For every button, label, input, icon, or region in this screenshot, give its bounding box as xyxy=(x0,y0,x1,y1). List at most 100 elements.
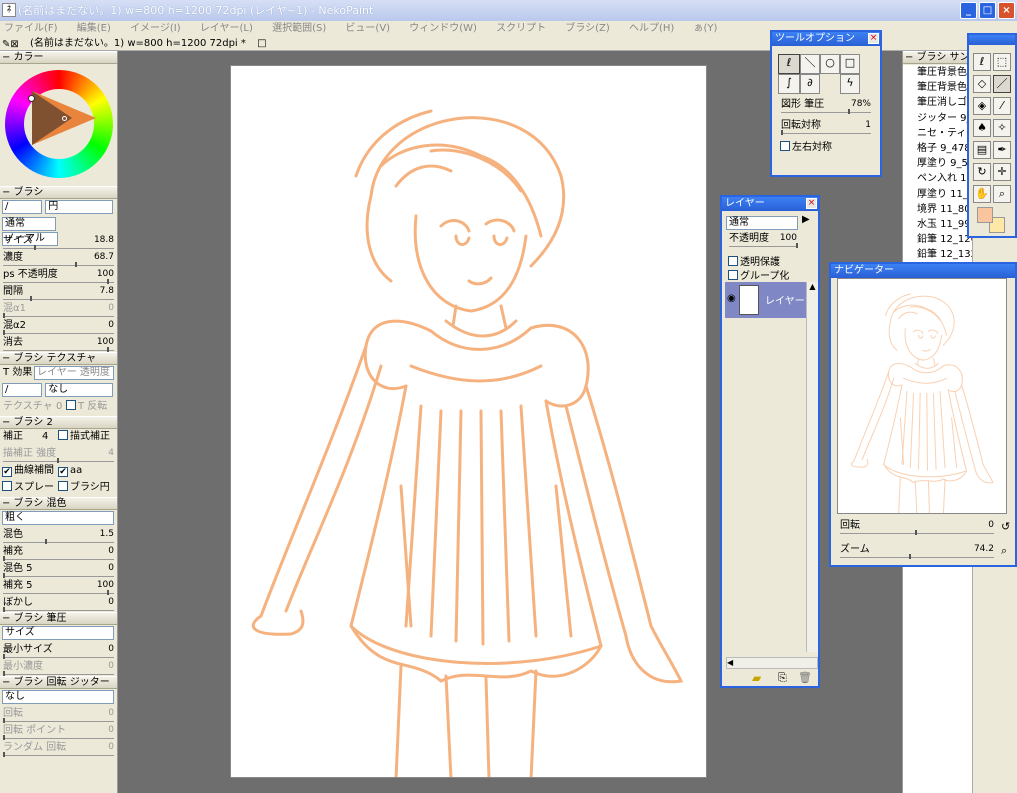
pressure-target-select[interactable]: サイズ xyxy=(2,626,114,640)
brush-sample-item[interactable]: 鉛筆 12_126 xyxy=(903,232,972,247)
mix-param-row[interactable]: 混色 5 0 xyxy=(0,561,117,578)
document-tab[interactable]: (名前はまだない。1) w=800 h=1200 72dpi * xyxy=(30,38,246,49)
menu-view[interactable]: ビュー(V) xyxy=(345,23,390,34)
brush-mode-select[interactable]: 通常 xyxy=(2,217,56,231)
color-section-header[interactable]: − カラー xyxy=(0,51,117,64)
jitter-param-row[interactable]: ランダム 回転 0 xyxy=(0,740,117,757)
bezier-stroke-icon[interactable]: ∂ xyxy=(800,74,820,94)
ellipse-stroke-icon[interactable]: ○ xyxy=(820,54,840,74)
mix-param-row[interactable]: 補充 5 100 xyxy=(0,578,117,595)
wand-tool-icon[interactable]: ✧ xyxy=(993,119,1011,137)
menu-image[interactable]: イメージ(I) xyxy=(130,23,181,34)
pen-nib-tool-icon[interactable]: ♠ xyxy=(973,119,991,137)
freehand-stroke-icon[interactable]: ℓ xyxy=(778,54,800,74)
brush-param-row[interactable]: 混α2 0 xyxy=(0,318,117,335)
brush-param-row[interactable]: サイズ 18.8 xyxy=(0,233,117,250)
jitter-section-header[interactable]: − ブラシ 回転 ジッター xyxy=(0,676,117,689)
curve-interp-checkbox[interactable]: ✔ xyxy=(2,467,12,477)
mix-param-row[interactable]: ぼかし 0 xyxy=(0,595,117,612)
move-tool-icon[interactable]: ✛ xyxy=(993,163,1011,181)
fill-tool-icon[interactable]: ◈ xyxy=(973,97,991,115)
brush-sample-item[interactable]: 厚塗り 9_51 xyxy=(903,156,972,171)
antialias-checkbox[interactable]: ✔ xyxy=(58,467,68,477)
minimize-button[interactable]: _ xyxy=(960,2,977,19)
pressure-section-header[interactable]: − ブラシ 筆圧 xyxy=(0,612,117,625)
brush-sample-item[interactable]: ニセ・ティント xyxy=(903,126,972,141)
texture-shape-field[interactable]: / xyxy=(2,383,42,397)
brush-circle-checkbox[interactable] xyxy=(58,481,68,491)
rect-stroke-icon[interactable]: □ xyxy=(840,54,860,74)
navigator-preview[interactable] xyxy=(837,278,1007,514)
tab-close-icon[interactable]: □ xyxy=(257,38,266,49)
jitter-mode-select[interactable]: なし xyxy=(2,690,114,704)
jitter-param-row[interactable]: 回転 0 xyxy=(0,706,117,723)
reset-rotation-icon[interactable]: ↺ xyxy=(1001,520,1010,533)
texture-effect-select[interactable]: レイヤー 透明度 xyxy=(34,366,114,380)
brush-sample-item[interactable]: 境界 11_805 xyxy=(903,202,972,217)
nav-zoom-slider[interactable] xyxy=(909,554,911,559)
mix-mode-select[interactable]: 粗く xyxy=(2,511,114,525)
brush-tool-icon[interactable]: ／ xyxy=(993,75,1011,93)
brush-sample-item[interactable]: 厚塗り 11_2 xyxy=(903,187,972,202)
maximize-button[interactable]: □ xyxy=(979,2,996,19)
eyedropper-tool-icon[interactable]: ✒ xyxy=(993,141,1011,159)
color-picker[interactable] xyxy=(0,64,117,186)
pressure-param-row[interactable]: 最小濃度 0 xyxy=(0,659,117,676)
brush-param-slider[interactable] xyxy=(107,347,109,352)
layer-window-close-icon[interactable]: × xyxy=(806,198,817,209)
brush-param-row[interactable]: ps 不透明度 100 xyxy=(0,267,117,284)
menu-edit[interactable]: 編集(E) xyxy=(77,23,111,34)
new-folder-icon[interactable]: ▰ xyxy=(752,671,761,685)
new-layer-icon[interactable]: ⎘ xyxy=(778,671,787,685)
brush-param-row[interactable]: 混α1 0 xyxy=(0,301,117,318)
layer-blend-select[interactable]: 通常 xyxy=(726,216,798,230)
menu-extra[interactable]: ぁ(Y) xyxy=(694,23,718,34)
texture-section-header[interactable]: − ブラシ テクスチャ xyxy=(0,352,117,365)
smudge-tool-icon[interactable]: ⁄ xyxy=(993,97,1011,115)
lasso-tool-icon[interactable]: ℓ xyxy=(973,53,991,71)
brush-sample-item[interactable]: 格子 9_478 xyxy=(903,141,972,156)
transparency-lock-checkbox[interactable] xyxy=(728,256,738,266)
pressure-param-slider[interactable] xyxy=(3,671,5,676)
rotation-symmetry-slider[interactable] xyxy=(781,130,783,135)
tab-tools-icon[interactable]: ✎⊠ xyxy=(2,38,19,52)
group-checkbox[interactable] xyxy=(728,270,738,280)
brush-param-row[interactable]: 消去 100 xyxy=(0,335,117,352)
delete-layer-icon[interactable]: 🗑 xyxy=(798,671,812,684)
pressure-param-row[interactable]: 最小サイズ 0 xyxy=(0,642,117,659)
correction-value[interactable]: 4 xyxy=(42,429,48,444)
mix-param-row[interactable]: 補充 0 xyxy=(0,544,117,561)
mix-param-row[interactable]: 混色 1.5 xyxy=(0,527,117,544)
brush-sample-item[interactable]: 筆圧背景色 xyxy=(903,80,972,95)
menu-file[interactable]: ファイル(F) xyxy=(4,23,58,34)
jitter-param-slider[interactable] xyxy=(3,752,5,757)
menu-select[interactable]: 選択範囲(S) xyxy=(272,23,326,34)
brush-param-row[interactable]: 濃度 68.7 xyxy=(0,250,117,267)
menu-help[interactable]: ヘルプ(H) xyxy=(629,23,674,34)
brush-section-header[interactable]: − ブラシ xyxy=(0,186,117,199)
brush-sample-item[interactable]: 鉛筆 12_132 xyxy=(903,247,972,262)
rotate-tool-icon[interactable]: ↻ xyxy=(973,163,991,181)
rect-select-tool-icon[interactable]: ⬚ xyxy=(993,53,1011,71)
brush2-section-header[interactable]: − ブラシ 2 xyxy=(0,416,117,429)
brush-sample-item[interactable]: 筆圧背景色 xyxy=(903,65,972,80)
texture-invert-checkbox[interactable] xyxy=(66,400,76,410)
color-marker[interactable] xyxy=(62,116,67,121)
shape-pressure-slider[interactable] xyxy=(848,109,850,114)
menu-window[interactable]: ウィンドウ(W) xyxy=(409,23,477,34)
texture-name-field[interactable]: なし xyxy=(45,383,114,397)
drawing-canvas[interactable] xyxy=(230,65,707,778)
gradient-tool-icon[interactable]: ▤ xyxy=(973,141,991,159)
layer-opacity-slider[interactable] xyxy=(796,243,798,248)
cat-app-icon[interactable]: ﾈ xyxy=(2,3,16,17)
mix-section-header[interactable]: − ブラシ 混色 xyxy=(0,497,117,510)
visibility-eye-icon[interactable]: ◉ xyxy=(727,293,736,304)
polyline-stroke-icon[interactable]: ϟ xyxy=(840,74,860,94)
foreground-color-swatch[interactable] xyxy=(977,207,993,223)
brush-tip-field[interactable]: 円 xyxy=(45,200,114,214)
spray-checkbox[interactable] xyxy=(2,481,12,491)
mirror-checkbox[interactable] xyxy=(780,141,790,151)
layer-horizontal-scrollbar[interactable]: ◀ xyxy=(726,657,818,669)
close-button[interactable]: × xyxy=(998,2,1015,19)
hue-marker[interactable] xyxy=(28,95,35,102)
